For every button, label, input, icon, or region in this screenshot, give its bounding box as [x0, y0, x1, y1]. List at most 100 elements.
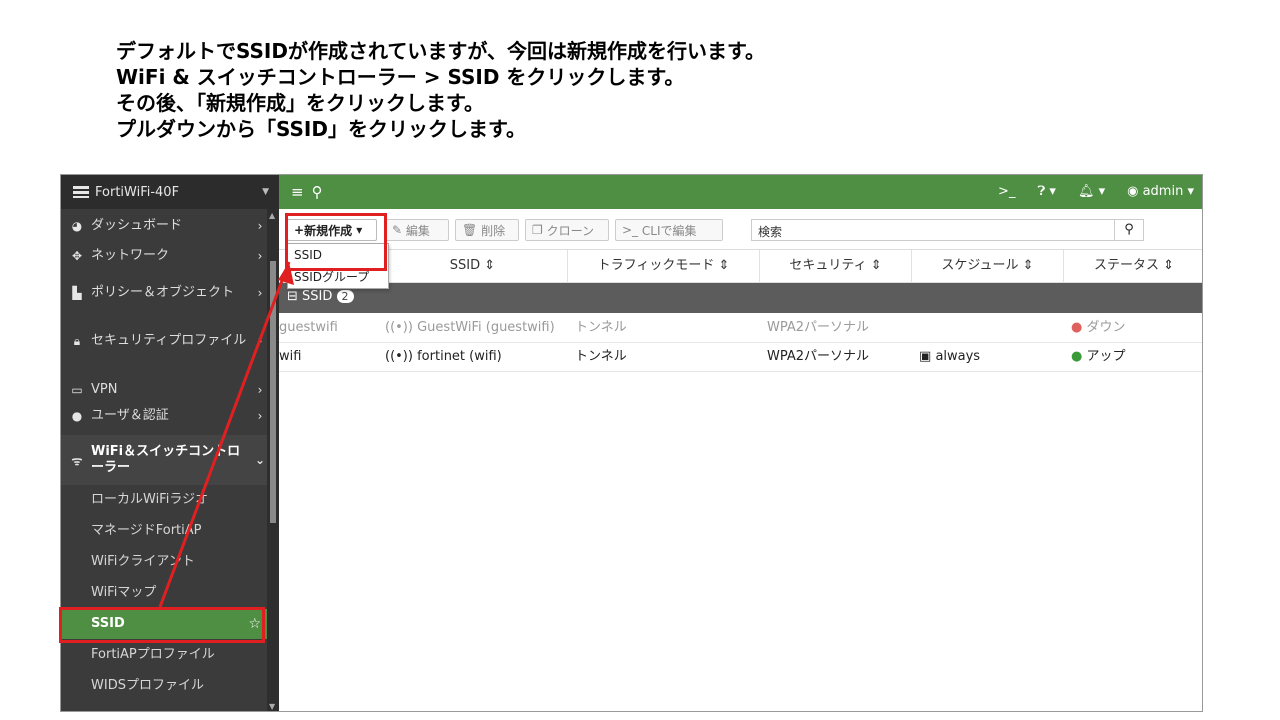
clone-icon: ❐ — [532, 223, 547, 237]
table-group-row[interactable]: ⊟ SSID 2 — [279, 283, 1202, 313]
device-selector[interactable]: FortiWiFi-40F ▼ — [61, 175, 279, 209]
search-icon: ⚲ — [1124, 222, 1134, 237]
menu-icon[interactable]: ≡ — [291, 183, 312, 201]
search-input[interactable]: 検索 — [751, 219, 1115, 241]
sidebar-item-label: セキュリティプロファイル — [91, 333, 247, 348]
delete-button[interactable]: 🗑︎ 削除 — [455, 219, 519, 241]
cli-edit-button[interactable]: >_ CLIで編集 — [615, 219, 723, 241]
terminal-icon: >_ — [622, 223, 642, 237]
schedule-value: always — [935, 349, 981, 364]
scroll-up-icon[interactable]: ▲ — [269, 211, 275, 220]
sidebar-subitem-wids-profile[interactable]: WIDSプロファイル — [61, 671, 267, 701]
notification-bell-icon[interactable]: 🔔︎ ▾ — [1078, 184, 1105, 199]
wifi-icon: ᯤ — [71, 453, 83, 468]
mode-cell: トンネル — [575, 349, 627, 364]
sidebar-item-dashboard[interactable]: ◕ ダッシュボード › — [61, 213, 267, 239]
cli-edit-button-label: CLIで編集 — [641, 223, 697, 238]
table-row[interactable]: wifi ((•)) fortinet (wifi) トンネル WPA2パーソナ… — [279, 343, 1202, 372]
ssid-cell: ((•)) fortinet (wifi) — [385, 343, 502, 371]
network-icon: ✥ — [71, 249, 83, 263]
security-cell: WPA2パーソナル — [767, 349, 870, 364]
broadcast-icon: ((•)) — [385, 320, 413, 335]
chevron-right-icon: › — [257, 409, 263, 423]
sidebar-item-label: ネットワーク — [91, 248, 170, 263]
column-header-schedule[interactable]: スケジュール ⇕ — [911, 250, 1063, 282]
sort-icon: ⇕ — [718, 258, 730, 273]
interface-cell: guestwifi — [279, 320, 338, 335]
sidebar-scrollbar[interactable]: ▲ ▼ — [267, 209, 279, 711]
group-count-badge: 2 — [336, 290, 354, 303]
sidebar-item-security-profile[interactable]: 🔒︎ セキュリティプロファイル › — [61, 321, 267, 361]
sort-icon: ⇕ — [484, 258, 496, 273]
help-icon[interactable]: ❓︎ ▾ — [1037, 184, 1055, 199]
instruction-text: デフォルトでSSIDが作成されていますが、今回は新規作成を行います。 WiFi … — [116, 38, 1216, 142]
interface-cell: wifi — [279, 349, 302, 364]
lock-icon: 🔒︎ — [73, 333, 81, 348]
status-down-icon: ● — [1071, 320, 1083, 335]
table-header: SSID ⇕ トラフィックモード ⇕ セキュリティ ⇕ スケジュール ⇕ ステー… — [279, 249, 1202, 283]
chevron-right-icon: › — [257, 219, 263, 233]
sort-icon: ⇕ — [1163, 258, 1175, 273]
sidebar-item-label: ポリシー＆オブジェクト — [91, 285, 235, 300]
sidebar-item-user-auth[interactable]: ● ユーザ＆認証 › — [61, 405, 267, 427]
sidebar-subitem-managed-fortiap[interactable]: マネージドFortiAP — [61, 516, 267, 546]
column-label: SSID — [449, 258, 481, 273]
column-label: トラフィックモード — [597, 258, 715, 273]
caret-down-icon: ▼ — [262, 187, 269, 197]
scroll-down-icon[interactable]: ▼ — [269, 702, 275, 711]
sidebar-subitem-fortiap-profile[interactable]: FortiAPプロファイル — [61, 640, 267, 670]
sidebar-subitem-wifi-clients[interactable]: WiFiクライアント — [61, 547, 267, 577]
vpn-icon: ▭ — [71, 383, 83, 397]
edit-button-label: 編集 — [405, 223, 430, 238]
sidebar-item-vpn[interactable]: ▭ VPN › — [61, 379, 267, 401]
sidebar-subitem-local-radio[interactable]: ローカルWiFiラジオ — [61, 485, 267, 515]
clone-button-label: クローン — [546, 223, 594, 238]
clone-button[interactable]: ❐ クローン — [525, 219, 609, 241]
ssid-cell: ((•)) GuestWiFi (guestwifi) — [385, 314, 555, 342]
status-value: ダウン — [1086, 320, 1126, 335]
sidebar-item-label: ユーザ＆認証 — [91, 408, 169, 423]
highlight-box-new-ssid — [285, 213, 387, 271]
status-cell: ● アップ — [1071, 343, 1126, 371]
dashboard-icon: ◕ — [71, 219, 83, 233]
pencil-icon: ✎ — [392, 223, 406, 237]
edit-button[interactable]: ✎ 編集 — [385, 219, 449, 241]
sidebar-item-label: VPN — [91, 382, 118, 397]
trash-icon: 🗑︎ — [462, 223, 482, 237]
sidebar-item-label: ダッシュボード — [91, 218, 183, 233]
device-name: FortiWiFi-40F — [95, 184, 180, 200]
column-header-status[interactable]: ステータス ⇕ — [1063, 250, 1202, 282]
scrollbar-thumb[interactable] — [270, 261, 276, 523]
instruction-line: プルダウンから「SSID」をクリックします。 — [116, 117, 526, 141]
sidebar-item-network[interactable]: ✥ ネットワーク › — [61, 243, 267, 269]
fortinet-logo-icon — [73, 186, 89, 198]
chevron-right-icon: › — [257, 383, 263, 397]
column-header-security[interactable]: セキュリティ ⇕ — [759, 250, 911, 282]
chevron-right-icon: › — [257, 334, 263, 348]
sidebar-subitem-wifi-map[interactable]: WiFiマップ — [61, 578, 267, 608]
chevron-right-icon: › — [257, 249, 263, 263]
toolbar: + 新規作成 ▾ ✎ 編集 🗑︎ 削除 ❐ クローン >_ CLIで編集 検索 ⚲ — [279, 209, 1202, 249]
user-circle-icon: ◉ — [1127, 184, 1139, 199]
sidebar-item-policy[interactable]: ▙ ポリシー＆オブジェクト › — [61, 273, 267, 313]
admin-menu[interactable]: ◉ admin ▾ — [1127, 184, 1194, 199]
column-header-traffic-mode[interactable]: トラフィックモード ⇕ — [567, 250, 759, 282]
cli-console-icon[interactable]: >_ — [998, 184, 1015, 199]
calendar-icon: ▣ — [919, 349, 932, 364]
search-icon[interactable]: ⚲ — [312, 183, 331, 201]
schedule-cell: ▣ always — [919, 343, 980, 371]
ssid-value: fortinet (wifi) — [417, 349, 502, 364]
search-button[interactable]: ⚲ — [1114, 219, 1144, 241]
mode-cell: トンネル — [575, 320, 627, 335]
sort-icon: ⇕ — [1022, 258, 1034, 273]
sidebar-item-wifi-switch[interactable]: ᯤ WiFi＆スイッチコントローラー ⌄ — [61, 435, 267, 485]
status-value: アップ — [1086, 349, 1126, 364]
group-label: SSID — [302, 289, 333, 304]
status-up-icon: ● — [1071, 349, 1083, 364]
column-label: スケジュール — [941, 258, 1019, 273]
sidebar-item-label: WiFi＆スイッチコントローラー — [91, 444, 241, 475]
chevron-down-icon: ⌄ — [254, 453, 266, 467]
table-row[interactable]: guestwifi ((•)) GuestWiFi (guestwifi) トン… — [279, 314, 1202, 343]
column-header-ssid[interactable]: SSID ⇕ — [377, 250, 567, 282]
collapse-icon[interactable]: ⊟ — [287, 289, 298, 304]
